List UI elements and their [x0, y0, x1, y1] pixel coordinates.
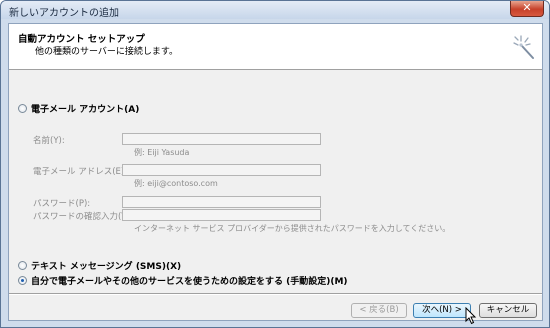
next-button[interactable]: 次へ(N) > [413, 303, 471, 318]
email-account-radio[interactable] [18, 104, 27, 113]
mouse-cursor-icon [465, 307, 477, 325]
manual-setup-radio[interactable] [18, 276, 27, 285]
add-account-dialog: 新しいアカウントの追加 ✕ 自動アカウント セットアップ 他の種類のサーバーに接… [0, 0, 550, 328]
sms-label[interactable]: テキスト メッセージング (SMS)(X) [31, 259, 181, 272]
email-address-hint: 例: eiji@contoso.com [134, 179, 218, 188]
name-hint: 例: Eiji Yasuda [134, 148, 190, 157]
title-bar[interactable]: 新しいアカウントの追加 ✕ [1, 1, 549, 19]
dialog-content: 自動アカウント セットアップ 他の種類のサーバーに接続します。 電子メール アカ… [8, 23, 543, 321]
email-address-input[interactable] [122, 164, 321, 176]
password-instruction: インターネット サービス プロバイダーから提供されたパスワードを入力してください… [134, 224, 451, 233]
name-label: 名前(Y): [33, 136, 65, 146]
footer-divider [9, 293, 542, 295]
name-input[interactable] [122, 133, 321, 145]
password-confirm-input[interactable] [122, 209, 321, 221]
manual-setup-label[interactable]: 自分で電子メールやその他のサービスを使うための設定をする (手動設定)(M) [31, 274, 348, 287]
email-account-label[interactable]: 電子メール アカウント(A) [31, 102, 139, 115]
password-input[interactable] [122, 196, 321, 208]
header-subtitle: 他の種類のサーバーに接続します。 [35, 47, 179, 57]
window-title: 新しいアカウントの追加 [9, 8, 119, 19]
account-options: 電子メール アカウント(A) 名前(Y): 例: Eiji Yasuda 電子メ… [9, 70, 542, 280]
wizard-sparkle-icon [513, 35, 534, 59]
back-button[interactable]: < 戻る(B) [351, 303, 407, 318]
wizard-header: 自動アカウント セットアップ 他の種類のサーバーに接続します。 [9, 24, 542, 70]
sms-radio[interactable] [18, 261, 27, 270]
email-address-label: 電子メール アドレス(E): [33, 167, 128, 177]
password-label: パスワード(P): [33, 199, 91, 209]
cancel-button[interactable]: キャンセル [479, 303, 537, 318]
close-button[interactable]: ✕ [510, 1, 544, 17]
password-confirm-label: パスワードの確認入力(T): [33, 212, 133, 222]
header-title: 自動アカウント セットアップ [18, 34, 145, 45]
